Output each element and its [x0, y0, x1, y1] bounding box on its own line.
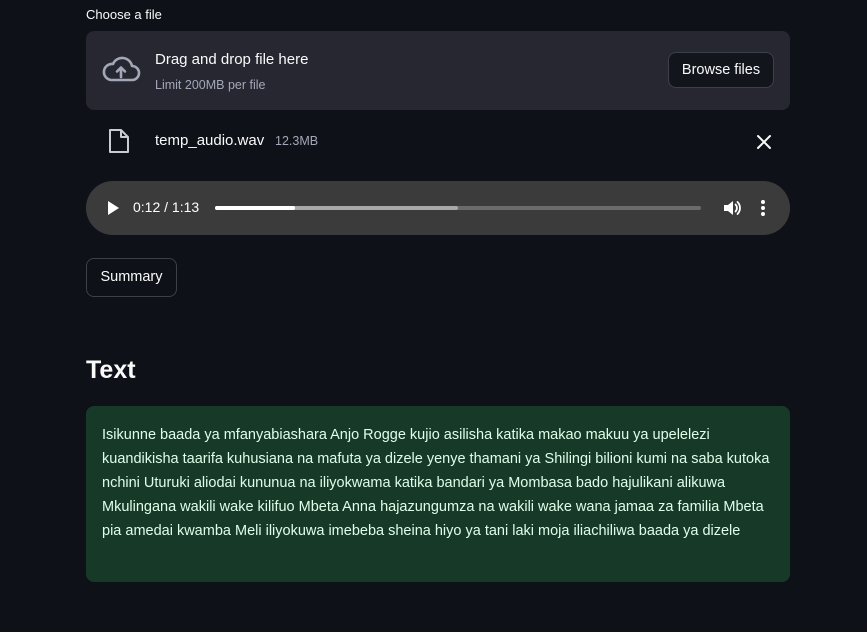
cloud-upload-icon [102, 56, 141, 82]
browse-files-button[interactable]: Browse files [668, 52, 774, 88]
audio-played-bar [215, 206, 295, 210]
dropzone-limit: Limit 200MB per file [155, 78, 266, 92]
audio-player[interactable]: 0:12 / 1:13 [86, 181, 790, 235]
file-uploader-label: Choose a file [86, 7, 162, 22]
text-section-heading: Text [86, 356, 136, 384]
file-size: 12.3MB [275, 134, 319, 148]
transcript-text: Isikunne baada ya mfanyabiashara Anjo Ro… [102, 427, 770, 539]
transcript-success-box: Isikunne baada ya mfanyabiashara Anjo Ro… [86, 406, 790, 582]
close-icon[interactable] [754, 132, 774, 152]
summary-button[interactable]: Summary [86, 258, 177, 297]
more-vertical-icon[interactable] [757, 198, 769, 218]
audio-progress-slider[interactable] [215, 206, 701, 210]
play-icon[interactable] [105, 199, 121, 217]
file-name: temp_audio.wav [155, 132, 265, 149]
audio-time: 0:12 / 1:13 [133, 199, 200, 215]
dropzone-title: Drag and drop file here [155, 51, 309, 68]
file-dropzone[interactable]: Drag and drop file here Limit 200MB per … [86, 31, 790, 110]
volume-icon[interactable] [722, 198, 742, 218]
uploaded-file-row: temp_audio.wav 12.3MB [86, 124, 790, 160]
page: Choose a file Drag and drop file here Li… [0, 0, 867, 632]
file-icon [109, 129, 129, 153]
